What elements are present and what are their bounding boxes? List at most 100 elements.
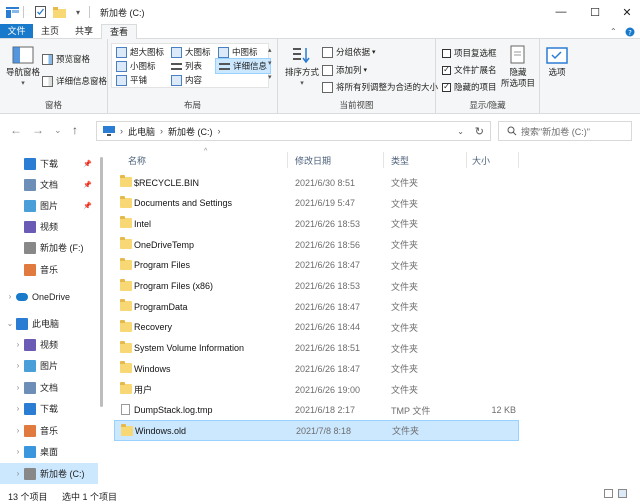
new-folder-icon[interactable] — [52, 5, 66, 19]
file-row[interactable]: Windows 2021/6/26 18:47 文件夹 — [114, 358, 519, 379]
sort-by-button[interactable]: 排序方式 ▾ — [282, 45, 322, 89]
large-icons-view-toggle[interactable] — [618, 489, 627, 498]
column-size[interactable]: 大小 — [472, 154, 490, 167]
explorer-app-icon[interactable] — [5, 5, 19, 19]
breadcrumb-drive-c[interactable]: 新加卷 (C:) — [168, 125, 213, 138]
hidden-items-checkbox[interactable]: ✓ — [442, 82, 451, 92]
file-row[interactable]: OneDriveTemp 2021/6/26 18:56 文件夹 — [114, 234, 519, 255]
file-row[interactable]: System Volume Information 2021/6/26 18:51… — [114, 338, 519, 359]
tab-share[interactable]: 共享 — [67, 24, 101, 38]
sidebar-item[interactable]: › 音乐 — [0, 420, 98, 441]
column-type[interactable]: 类型 — [391, 154, 409, 167]
layout-scroll-down-icon[interactable]: ▾ — [268, 59, 272, 67]
sidebar-item-label: 新加卷 (C:) — [40, 469, 85, 479]
layout-details[interactable]: 详细信息 — [215, 58, 272, 74]
close-button[interactable]: ✕ — [612, 0, 640, 24]
sidebar-item[interactable]: 视频 — [0, 216, 98, 237]
item-checkboxes-checkbox[interactable] — [442, 48, 451, 58]
sidebar-item[interactable]: 下载 📌 — [0, 153, 98, 174]
options-button[interactable]: 选项 — [542, 45, 572, 78]
layout-more-icon[interactable]: ▾ — [268, 73, 272, 81]
up-button[interactable]: ↑ — [72, 123, 78, 137]
recent-locations-button[interactable]: ⌄ — [54, 125, 62, 136]
sidebar-item[interactable]: 音乐 — [0, 259, 98, 280]
column-date[interactable]: 修改日期 — [295, 154, 331, 167]
expand-arrow-icon[interactable]: › — [12, 469, 24, 478]
details-view-toggle[interactable] — [604, 489, 613, 498]
forward-button[interactable]: → — [32, 123, 44, 137]
file-name: 用户 — [134, 385, 153, 395]
column-divider[interactable] — [287, 152, 288, 168]
sidebar-item[interactable]: › 下载 — [0, 398, 98, 419]
minimize-button[interactable]: — — [546, 0, 576, 24]
breadcrumb-this-pc[interactable]: 此电脑 — [128, 125, 155, 138]
navigation-pane-button[interactable]: 导航窗格 ▾ — [4, 45, 42, 89]
help-icon[interactable]: ? — [625, 27, 635, 39]
column-divider[interactable] — [383, 152, 384, 168]
expand-arrow-icon[interactable]: › — [12, 447, 24, 456]
sidebar-item[interactable]: › 新加卷 (C:) — [0, 463, 98, 484]
layout-tiles[interactable]: 平铺 — [116, 74, 147, 86]
hidden-items-toggle[interactable]: ✓ 隐藏的项目 — [442, 81, 497, 93]
file-row[interactable]: Intel 2021/6/26 18:53 文件夹 — [114, 213, 519, 234]
preview-pane-button[interactable]: 预览窗格 — [42, 53, 90, 65]
file-row[interactable]: DumpStack.log.tmp 2021/6/18 2:17 TMP 文件 12 … — [114, 400, 519, 421]
file-row[interactable]: 用户 2021/6/26 19:00 文件夹 — [114, 379, 519, 400]
sidebar-item[interactable]: 图片 📌 — [0, 195, 98, 216]
add-columns-button[interactable]: 添加列 ▾ — [322, 64, 367, 76]
customize-quick-access-icon[interactable]: ▾ — [71, 5, 85, 19]
address-row: ← → ⌄ ↑ › 此电脑 › 新加卷 (C:) › ⌄ ↻ 搜索"新加卷 (C… — [0, 114, 640, 146]
sidebar-item[interactable]: › 视频 — [0, 334, 98, 355]
sidebar-item[interactable]: › 文档 — [0, 377, 98, 398]
tab-view[interactable]: 查看 — [101, 24, 138, 40]
item-checkboxes-toggle[interactable]: 项目复选框 — [442, 47, 497, 59]
column-name[interactable]: 名称 — [128, 154, 146, 167]
details-pane-button[interactable]: 详细信息窗格 — [42, 75, 107, 87]
address-bar[interactable]: › 此电脑 › 新加卷 (C:) › ⌄ ↻ — [96, 121, 491, 141]
fit-columns-button[interactable]: 将所有列调整为合适的大小 — [322, 81, 438, 93]
column-divider[interactable] — [466, 152, 467, 168]
sidebar-item[interactable]: 文档 📌 — [0, 174, 98, 195]
expand-arrow-icon[interactable]: › — [12, 340, 24, 349]
search-box[interactable]: 搜索"新加卷 (C:)" — [498, 121, 632, 141]
layout-list[interactable]: 列表 — [171, 60, 202, 72]
file-extensions-toggle[interactable]: ✓ 文件扩展名 — [442, 64, 497, 76]
layout-extra-large-icons[interactable]: 超大图标 — [116, 46, 164, 58]
expand-arrow-icon[interactable]: › — [4, 292, 16, 301]
refresh-icon[interactable]: ↻ — [475, 125, 484, 138]
column-divider[interactable] — [518, 152, 519, 168]
layout-medium-icons[interactable]: 中图标 — [218, 46, 258, 58]
sidebar-item[interactable]: 新加卷 (F:) — [0, 237, 98, 258]
sidebar-item[interactable]: ⌄ 此电脑 — [0, 313, 98, 334]
properties-icon[interactable] — [33, 5, 47, 19]
file-row[interactable]: $RECYCLE.BIN 2021/6/30 8:51 文件夹 — [114, 172, 519, 193]
navigation-pane-scroll-thumb[interactable] — [100, 157, 103, 407]
file-row[interactable]: ProgramData 2021/6/26 18:47 文件夹 — [114, 296, 519, 317]
expand-arrow-icon[interactable]: › — [12, 383, 24, 392]
layout-content[interactable]: 内容 — [171, 74, 202, 86]
tab-home[interactable]: 主页 — [33, 24, 67, 38]
sidebar-item[interactable]: › OneDrive — [0, 286, 98, 307]
file-extensions-checkbox[interactable]: ✓ — [442, 65, 451, 75]
expand-arrow-icon[interactable]: › — [12, 404, 24, 413]
back-button[interactable]: ← — [10, 123, 22, 137]
file-row[interactable]: Windows.old 2021/7/8 8:18 文件夹 — [114, 420, 519, 442]
group-by-button[interactable]: 分组依据 ▾ — [322, 46, 376, 58]
file-row[interactable]: Recovery 2021/6/26 18:44 文件夹 — [114, 317, 519, 338]
expand-arrow-icon[interactable]: › — [12, 426, 24, 435]
file-row[interactable]: Program Files (x86) 2021/6/26 18:53 文件夹 — [114, 276, 519, 297]
maximize-button[interactable]: ☐ — [580, 0, 610, 24]
file-row[interactable]: Documents and Settings 2021/6/19 5:47 文件夹 — [114, 193, 519, 214]
collapse-arrow-icon[interactable]: ⌄ — [4, 319, 16, 328]
layout-small-icons[interactable]: 小图标 — [116, 60, 156, 72]
sidebar-item[interactable]: › 桌面 — [0, 441, 98, 462]
layout-large-icons[interactable]: 大图标 — [171, 46, 211, 58]
file-row[interactable]: Program Files 2021/6/26 18:47 文件夹 — [114, 255, 519, 276]
collapse-ribbon-icon[interactable]: ⌃ — [610, 27, 617, 36]
hide-selected-items-button[interactable]: 隐藏 所选项目 — [498, 45, 538, 89]
expand-arrow-icon[interactable]: › — [12, 361, 24, 370]
tab-file[interactable]: 文件 — [0, 24, 33, 38]
address-history-dropdown[interactable]: ⌄ — [457, 127, 464, 136]
sidebar-item[interactable]: › 图片 — [0, 355, 98, 376]
layout-scroll-up-icon[interactable]: ▴ — [268, 46, 272, 54]
